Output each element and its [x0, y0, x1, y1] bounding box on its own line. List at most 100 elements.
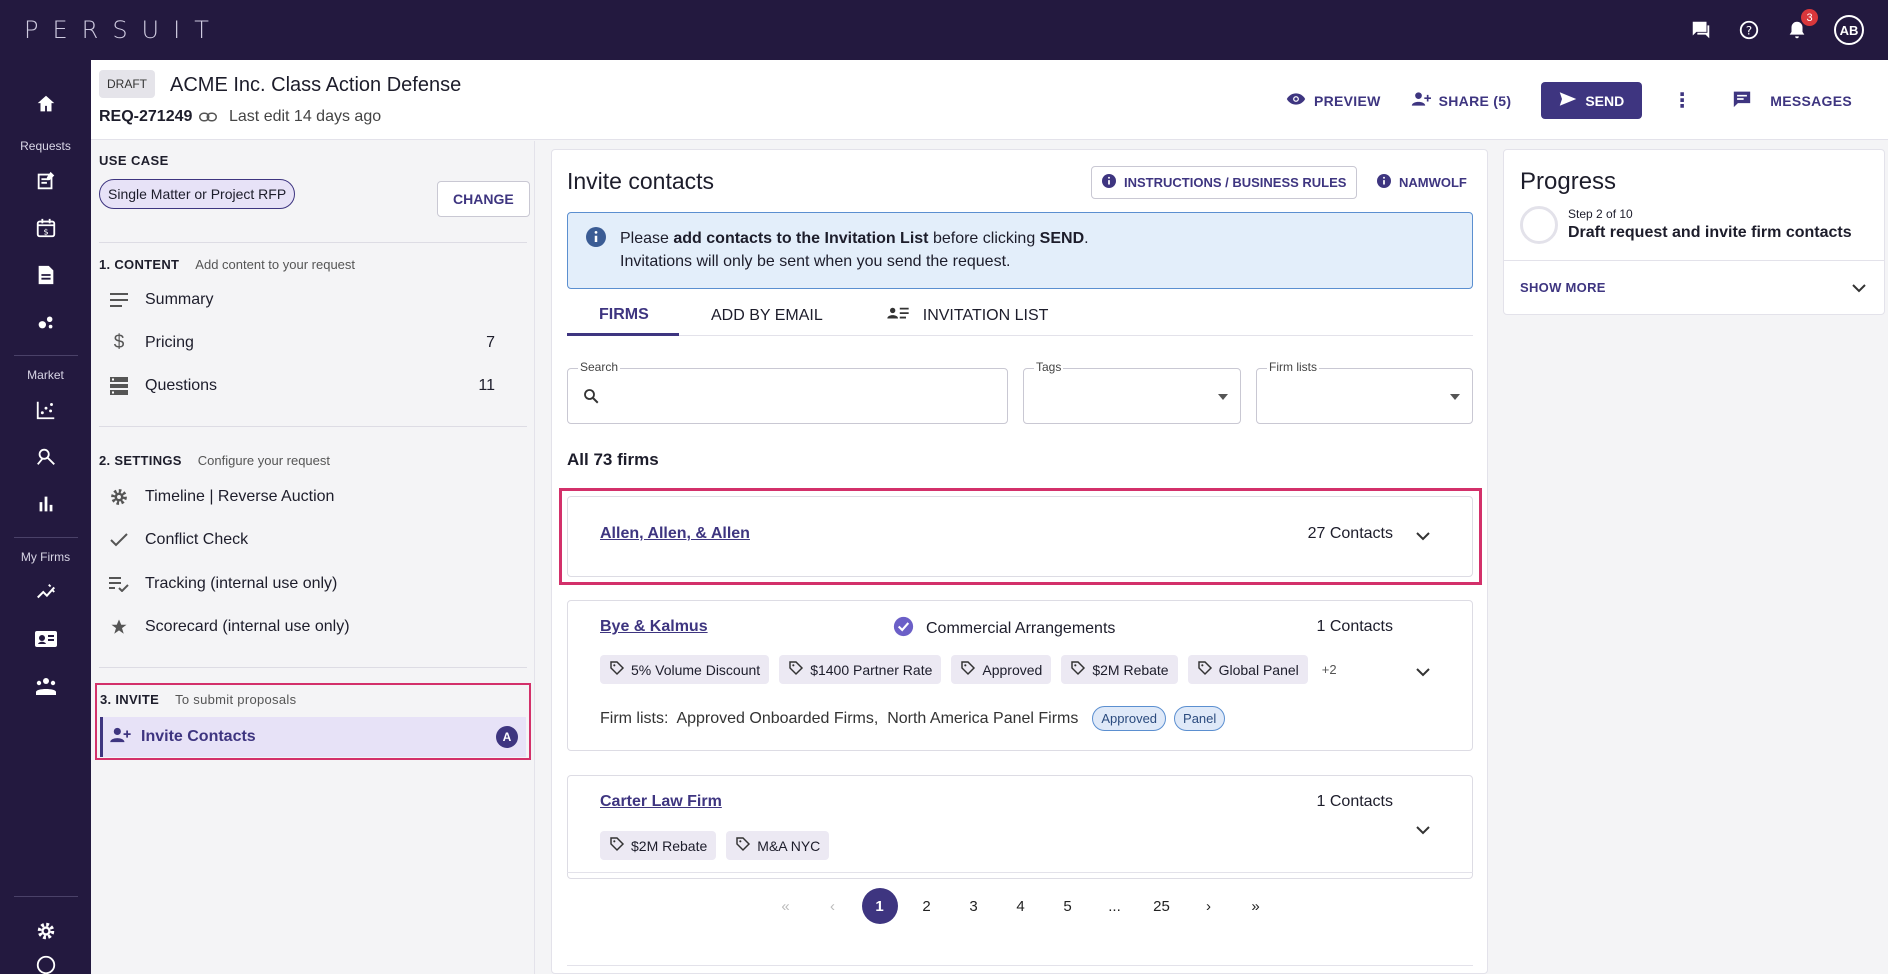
send-button[interactable]: SEND — [1541, 82, 1643, 119]
use-case-label: USE CASE — [99, 153, 169, 168]
chevron-down-icon[interactable] — [1416, 822, 1430, 840]
user-avatar[interactable]: AB — [1834, 15, 1864, 45]
prev-page-icon[interactable]: ‹ — [815, 888, 851, 924]
firm-name-link[interactable]: Allen, Allen, & Allen — [600, 525, 750, 543]
preview-button[interactable]: PREVIEW — [1286, 92, 1381, 109]
last-edit-text: Last edit 14 days ago — [229, 108, 382, 125]
share-button[interactable]: SHARE (5) — [1411, 91, 1512, 110]
sidebar-item-label: Timeline | Reverse Auction — [145, 488, 335, 505]
divider — [567, 872, 1473, 873]
section-invite: 3. INVITE To submit proposals — [100, 692, 296, 707]
chevron-down-icon[interactable] — [1416, 664, 1430, 682]
firm-name-link[interactable]: Carter Law Firm — [600, 793, 722, 811]
caret-down-icon — [1218, 394, 1228, 400]
notification-badge: 3 — [1801, 9, 1818, 26]
next-page-icon[interactable]: › — [1191, 888, 1227, 924]
trend-icon[interactable] — [0, 568, 91, 615]
search-field[interactable]: Search — [567, 360, 1008, 424]
instructions-button[interactable]: INSTRUCTIONS / BUSINESS RULES — [1091, 166, 1358, 199]
bubbles-icon[interactable] — [0, 298, 91, 345]
tab-firms[interactable]: FIRMS — [567, 296, 679, 336]
link-icon[interactable] — [199, 110, 217, 129]
calendar-dollar-icon[interactable]: $ — [0, 204, 91, 251]
first-page-icon[interactable]: « — [768, 888, 804, 924]
tag-icon — [788, 660, 804, 679]
lines-icon — [107, 293, 131, 307]
last-page-icon[interactable]: » — [1238, 888, 1274, 924]
firm-card[interactable]: Carter Law Firm 1 Contacts $2M Rebate M&… — [567, 775, 1473, 879]
tag-label: Approved — [982, 661, 1043, 678]
tag-chip: $2M Rebate — [1061, 655, 1178, 684]
firm-lists-select[interactable]: Firm lists — [1256, 360, 1473, 424]
chat-icon[interactable] — [1690, 19, 1712, 41]
document-icon[interactable] — [0, 251, 91, 298]
sidebar-item-count: 7 — [486, 334, 495, 351]
firm-list-pill: Approved — [1092, 706, 1167, 731]
tag-icon — [735, 836, 751, 855]
chevron-down-icon[interactable] — [1852, 280, 1866, 298]
firm-name-link[interactable]: Bye & Kalmus — [600, 618, 708, 636]
more-tags-count[interactable]: +2 — [1322, 662, 1337, 677]
add-person-icon — [109, 727, 131, 748]
tab-bar: FIRMS ADD BY EMAIL INVITATION LIST — [567, 296, 1473, 336]
new-request-icon[interactable] — [0, 157, 91, 204]
list-form-icon — [107, 377, 131, 395]
page-button[interactable]: 3 — [956, 888, 992, 924]
eye-icon — [1286, 92, 1306, 109]
bar-chart-icon[interactable] — [0, 480, 91, 527]
change-button[interactable]: CHANGE — [437, 181, 530, 217]
firm-card[interactable]: Allen, Allen, & Allen 27 Contacts — [567, 496, 1473, 577]
messages-button[interactable]: MESSAGES — [1732, 90, 1852, 111]
page-button[interactable]: 1 — [861, 888, 898, 924]
tag-chip: Approved — [951, 655, 1052, 684]
rail-label-market: Market — [27, 368, 64, 382]
sidebar-item-scorecard[interactable]: Scorecard (internal use only) — [99, 607, 503, 647]
send-label: SEND — [1585, 92, 1625, 109]
persuit-logo[interactable]: PERSUIT — [24, 16, 223, 44]
tags-select[interactable]: Tags — [1023, 360, 1241, 424]
search-chart-icon[interactable] — [0, 433, 91, 480]
rail-label-requests: Requests — [20, 139, 71, 153]
messages-label: MESSAGES — [1770, 92, 1852, 109]
chevron-down-icon[interactable] — [1416, 528, 1430, 546]
divider — [99, 242, 527, 243]
sidebar-item-count: 11 — [478, 377, 495, 394]
tag-icon — [1197, 660, 1213, 679]
page-button[interactable]: 2 — [909, 888, 945, 924]
commercial-arrangements: Commercial Arrangements — [893, 616, 1115, 642]
sidebar-item-tracking[interactable]: Tracking (internal use only) — [99, 564, 503, 604]
sidebar-item-pricing[interactable]: $ Pricing 7 — [99, 323, 503, 363]
section-content-sub: Add content to your request — [195, 257, 356, 272]
home-icon[interactable] — [0, 80, 91, 127]
info-bold-text: add contacts to the Invitation List — [673, 230, 929, 247]
sidebar-item-timeline[interactable]: Timeline | Reverse Auction — [99, 477, 503, 517]
help-icon[interactable] — [35, 954, 57, 974]
firm-card[interactable]: Bye & Kalmus Commercial Arrangements 1 C… — [567, 600, 1473, 751]
sidebar-item-summary[interactable]: Summary — [99, 280, 503, 320]
groups-icon[interactable] — [0, 662, 91, 709]
firm-lists-label: Firm lists: — [600, 709, 669, 727]
page-button[interactable]: 25 — [1144, 888, 1180, 924]
notifications-bell-icon[interactable]: 3 — [1786, 9, 1818, 41]
help-icon[interactable]: ? — [1738, 19, 1760, 41]
sidebar-item-label: Pricing — [145, 334, 194, 351]
contact-card-icon[interactable] — [0, 615, 91, 662]
progress-description: Draft request and invite firm contacts — [1568, 224, 1852, 241]
page-button[interactable]: 5 — [1050, 888, 1086, 924]
namwolf-button[interactable]: NAMWOLF — [1377, 174, 1467, 191]
settings-gear-icon[interactable] — [0, 907, 91, 954]
sidebar-item-invite-contacts[interactable]: Invite Contacts A — [100, 717, 526, 757]
sidebar-item-questions[interactable]: Questions 11 — [99, 366, 503, 406]
page-button[interactable]: 4 — [1003, 888, 1039, 924]
tab-invitation-list[interactable]: INVITATION LIST — [855, 296, 1081, 336]
tab-add-by-email[interactable]: ADD BY EMAIL — [679, 296, 855, 336]
section-settings-title: 2. SETTINGS — [99, 453, 182, 468]
commercial-arrangements-label: Commercial Arrangements — [926, 620, 1116, 637]
info-text: Please — [620, 230, 674, 247]
tag-label: $2M Rebate — [1092, 661, 1169, 678]
scatter-chart-icon[interactable] — [0, 386, 91, 433]
show-more-button[interactable]: SHOW MORE — [1520, 280, 1606, 295]
tag-label: M&A NYC — [757, 837, 821, 854]
more-options-icon[interactable]: ⋮ — [1672, 88, 1692, 113]
sidebar-item-conflict-check[interactable]: Conflict Check — [99, 520, 503, 560]
